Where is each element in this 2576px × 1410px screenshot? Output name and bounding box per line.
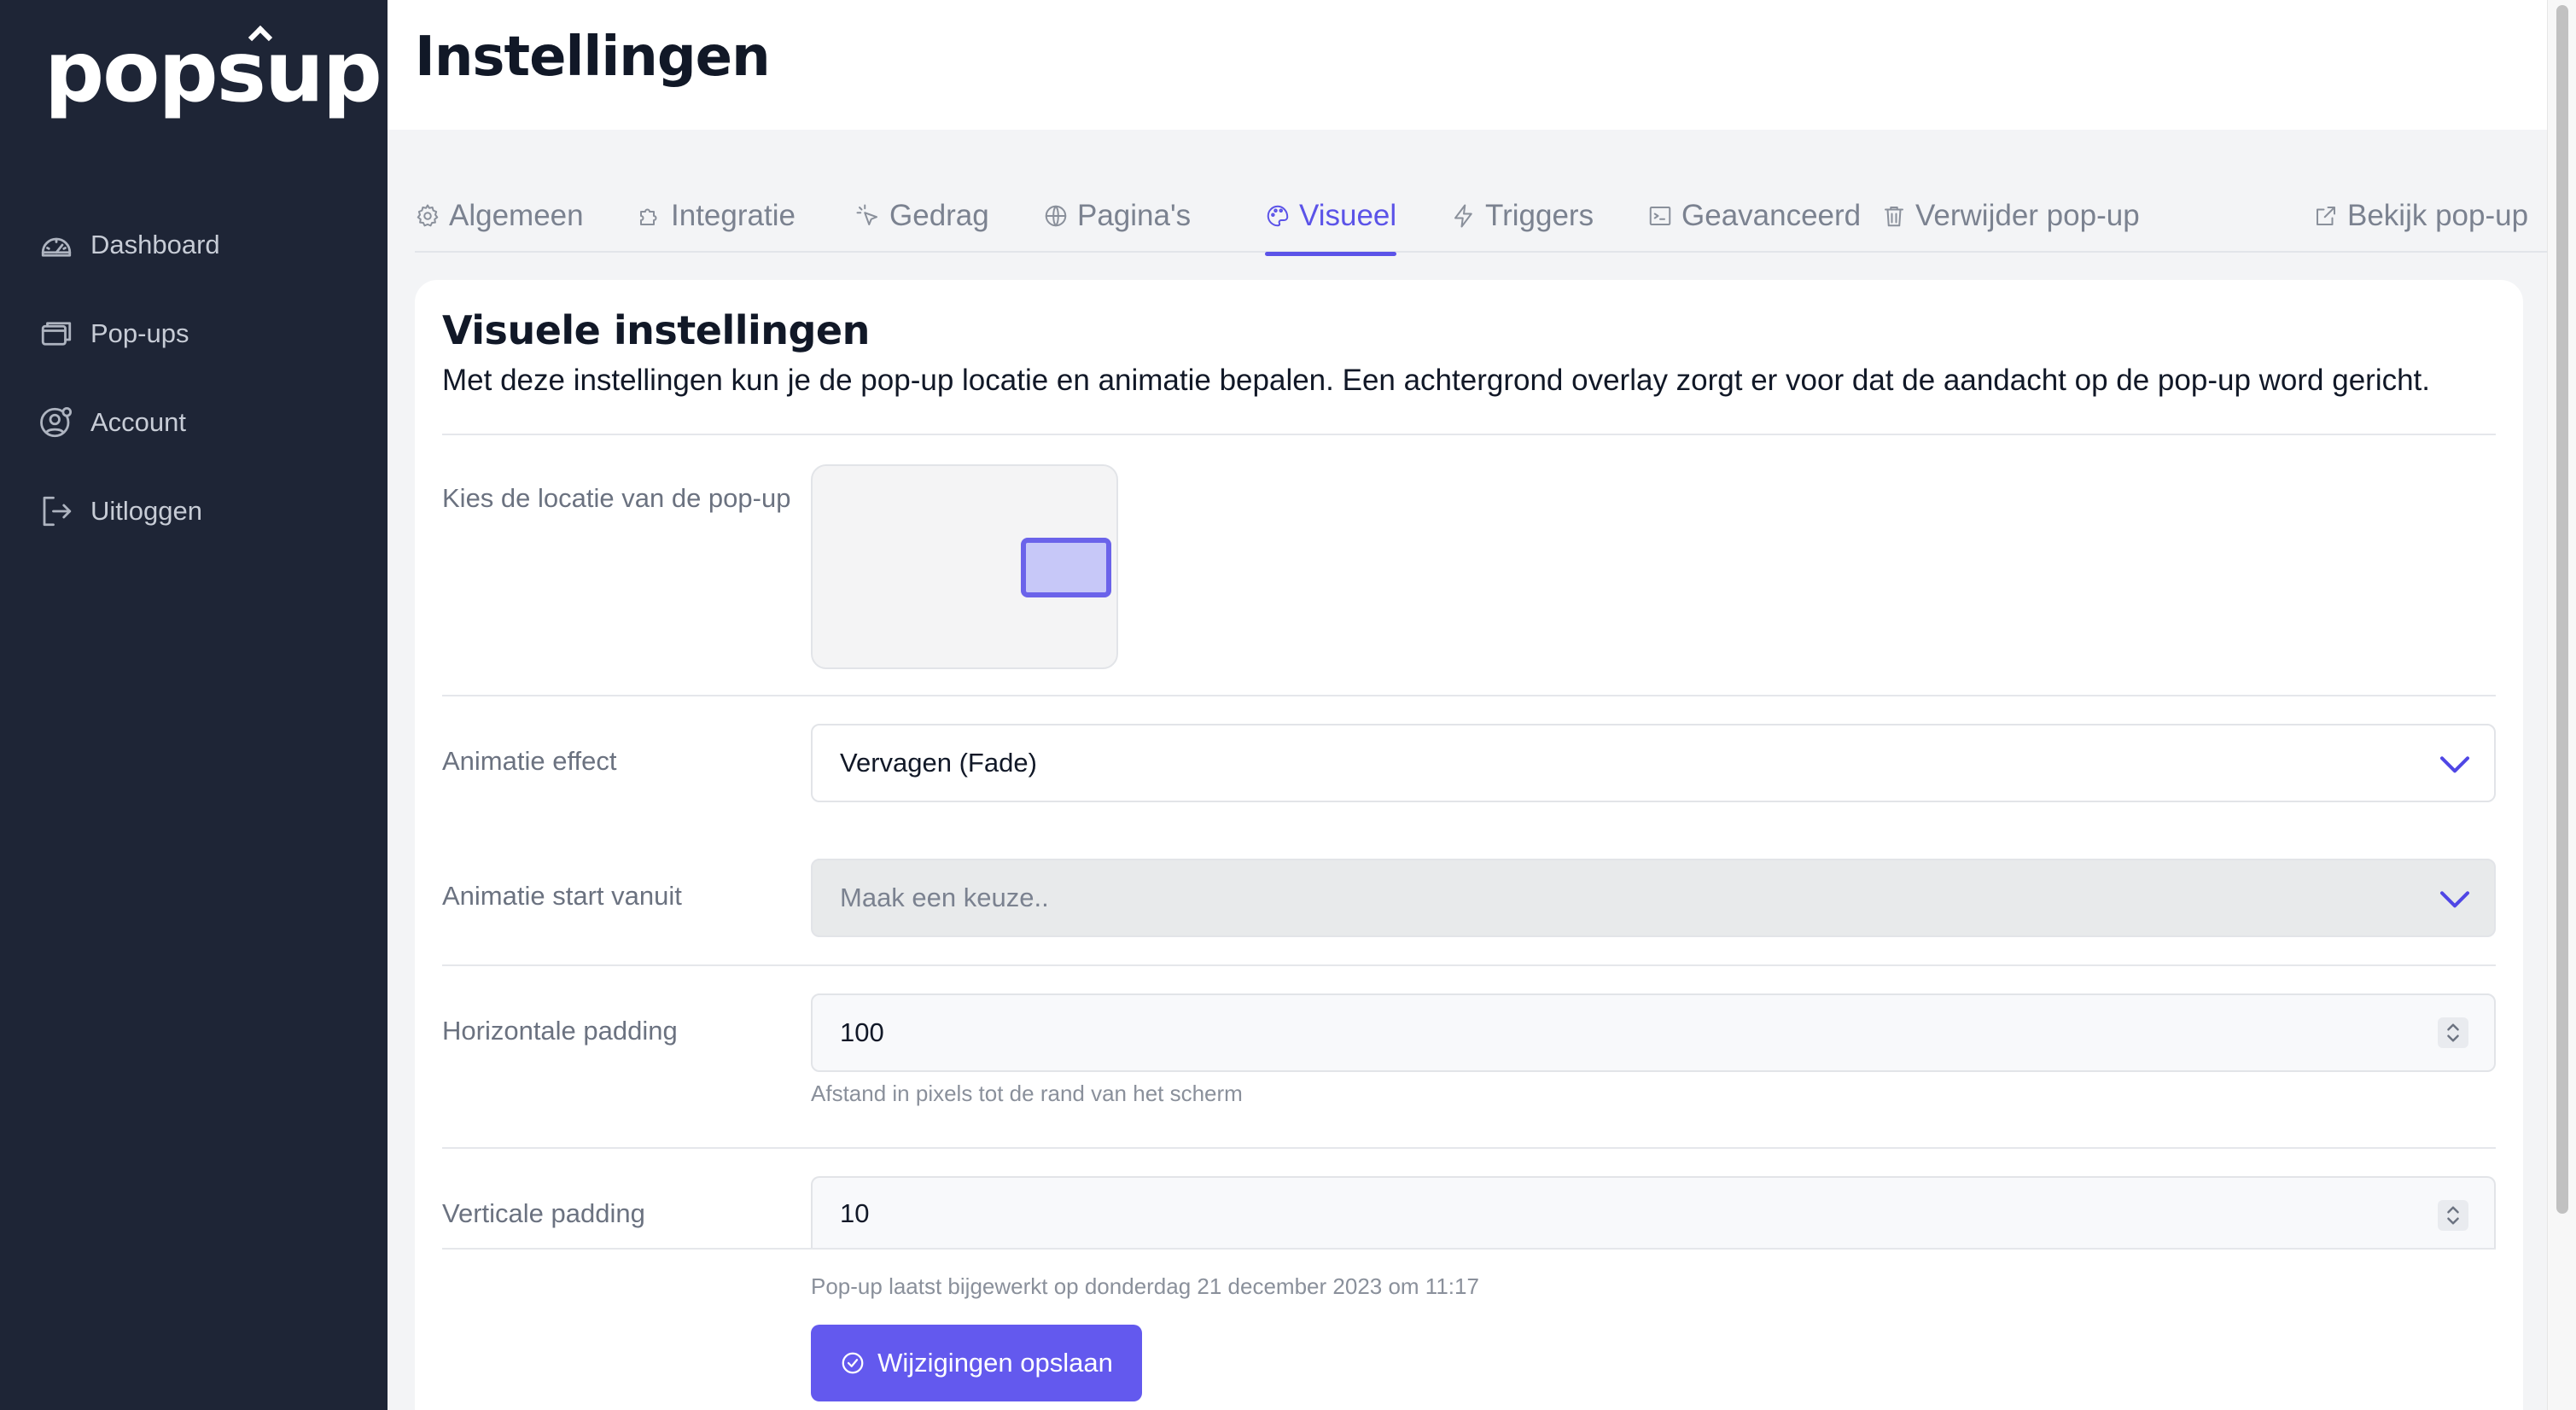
palette-icon [1267,205,1289,227]
divider [442,1248,2496,1250]
location-label: Kies de locatie van de pop-up [442,483,791,513]
horizontal-padding-hint: Afstand in pixels tot de rand van het sc… [811,1081,1243,1106]
save-button-label: Wijzigingen opslaan [877,1348,1113,1378]
sidebar: popsup Dashboard Pop-ups Account Uitlogg… [0,0,388,1410]
animation-effect-label: Animatie effect [442,746,617,776]
gauge-icon [38,226,75,264]
puzzle-icon [640,208,657,225]
logo-text: popsup [44,24,382,121]
animation-start-label: Animatie start vanuit [442,881,682,911]
tab-gedrag[interactable]: Gedrag [855,179,989,253]
divider [442,434,2496,435]
tab-paginas[interactable]: Pagina's [1043,179,1191,253]
stepper-arrows-icon [2447,1023,2459,1042]
animation-start-select[interactable]: Maak een keuze.. [811,859,2496,937]
animation-effect-value: Vervagen (Fade) [840,748,1037,778]
settings-tabs: Algemeen Integratie Gedrag Pagina's Visu… [415,179,2550,256]
horizontal-padding-label: Horizontale padding [442,1016,678,1046]
globe-icon [1045,205,1067,227]
vertical-padding-value: 10 [840,1198,870,1228]
number-stepper[interactable] [2438,1017,2468,1048]
page-title: Instellingen [415,26,771,89]
user-gear-icon [38,404,75,441]
location-selected-box [1021,538,1111,597]
tab-label: Bekijk pop-up [2347,199,2529,232]
tab-label: Geavanceerd [1681,199,1862,232]
location-picker[interactable] [811,464,1118,669]
logout-icon [38,492,75,530]
tab-label: Visueel [1299,199,1397,232]
tab-verwijder-popup[interactable]: Verwijder pop-up [1881,179,2140,253]
tab-label: Verwijder pop-up [1915,199,2140,232]
number-stepper[interactable] [2438,1200,2468,1231]
trash-icon [1885,207,1903,227]
sidebar-item-label: Pop-ups [90,318,189,348]
pointer-icon [856,204,877,225]
tab-geavanceerd[interactable]: Geavanceerd [1647,179,1861,253]
divider [442,695,2496,696]
scrollbar-thumb[interactable] [2556,5,2568,1214]
check-circle-icon [842,1352,864,1374]
card-title: Visuele instellingen [442,307,870,353]
divider [442,964,2496,966]
sidebar-nav: Dashboard Pop-ups Account Uitloggen [0,201,388,556]
page-scrollbar[interactable] [2547,0,2576,1410]
sidebar-item-dashboard[interactable]: Dashboard [0,201,388,289]
sidebar-item-label: Dashboard [90,230,220,259]
tab-label: Pagina's [1077,199,1192,232]
sidebar-item-logout[interactable]: Uitloggen [0,467,388,556]
divider [442,1147,2496,1149]
tab-label: Triggers [1485,199,1594,232]
tab-label: Gedrag [889,199,989,232]
animation-effect-select[interactable]: Vervagen (Fade) [811,724,2496,802]
sidebar-item-label: Account [90,407,187,437]
settings-card: Visuele instellingen Met deze instelling… [415,280,2523,1410]
chevron-down-icon [2440,756,2469,773]
animation-start-placeholder: Maak een keuze.. [840,883,1049,912]
vertical-padding-input[interactable]: 10 [811,1176,2496,1250]
external-link-icon [2317,207,2335,225]
tab-algemeen[interactable]: Algemeen [415,179,584,253]
card-description: Met deze instellingen kun je de pop-up l… [442,364,2431,397]
tab-label: Integratie [671,199,796,232]
app-logo[interactable]: popsup [44,25,382,119]
chevron-down-icon [2440,891,2469,908]
save-button[interactable]: Wijzigingen opslaan [811,1325,1142,1401]
vertical-padding-label: Verticale padding [442,1198,645,1228]
horizontal-padding-input[interactable]: 100 [811,993,2496,1072]
gear-icon [417,204,439,227]
top-bar: Instellingen [388,0,2547,130]
sidebar-item-popups[interactable]: Pop-ups [0,289,388,378]
main-content: Instellingen Algemeen Integratie Gedrag … [388,0,2550,1410]
sidebar-item-account[interactable]: Account [0,378,388,467]
tab-label: Algemeen [449,199,584,232]
windows-icon [38,315,75,352]
tab-integratie[interactable]: Integratie [637,179,796,253]
tab-bekijk-popup[interactable]: Bekijk pop-up [2313,179,2528,253]
last-updated-text: Pop-up laatst bijgewerkt op donderdag 21… [811,1273,1479,1299]
tab-visueel[interactable]: Visueel [1265,179,1397,256]
terminal-icon [1649,207,1671,225]
bolt-icon [1454,204,1472,228]
tab-triggers[interactable]: Triggers [1451,179,1594,253]
horizontal-padding-value: 100 [840,1017,884,1047]
stepper-arrows-icon [2447,1206,2459,1225]
sidebar-item-label: Uitloggen [90,496,202,526]
